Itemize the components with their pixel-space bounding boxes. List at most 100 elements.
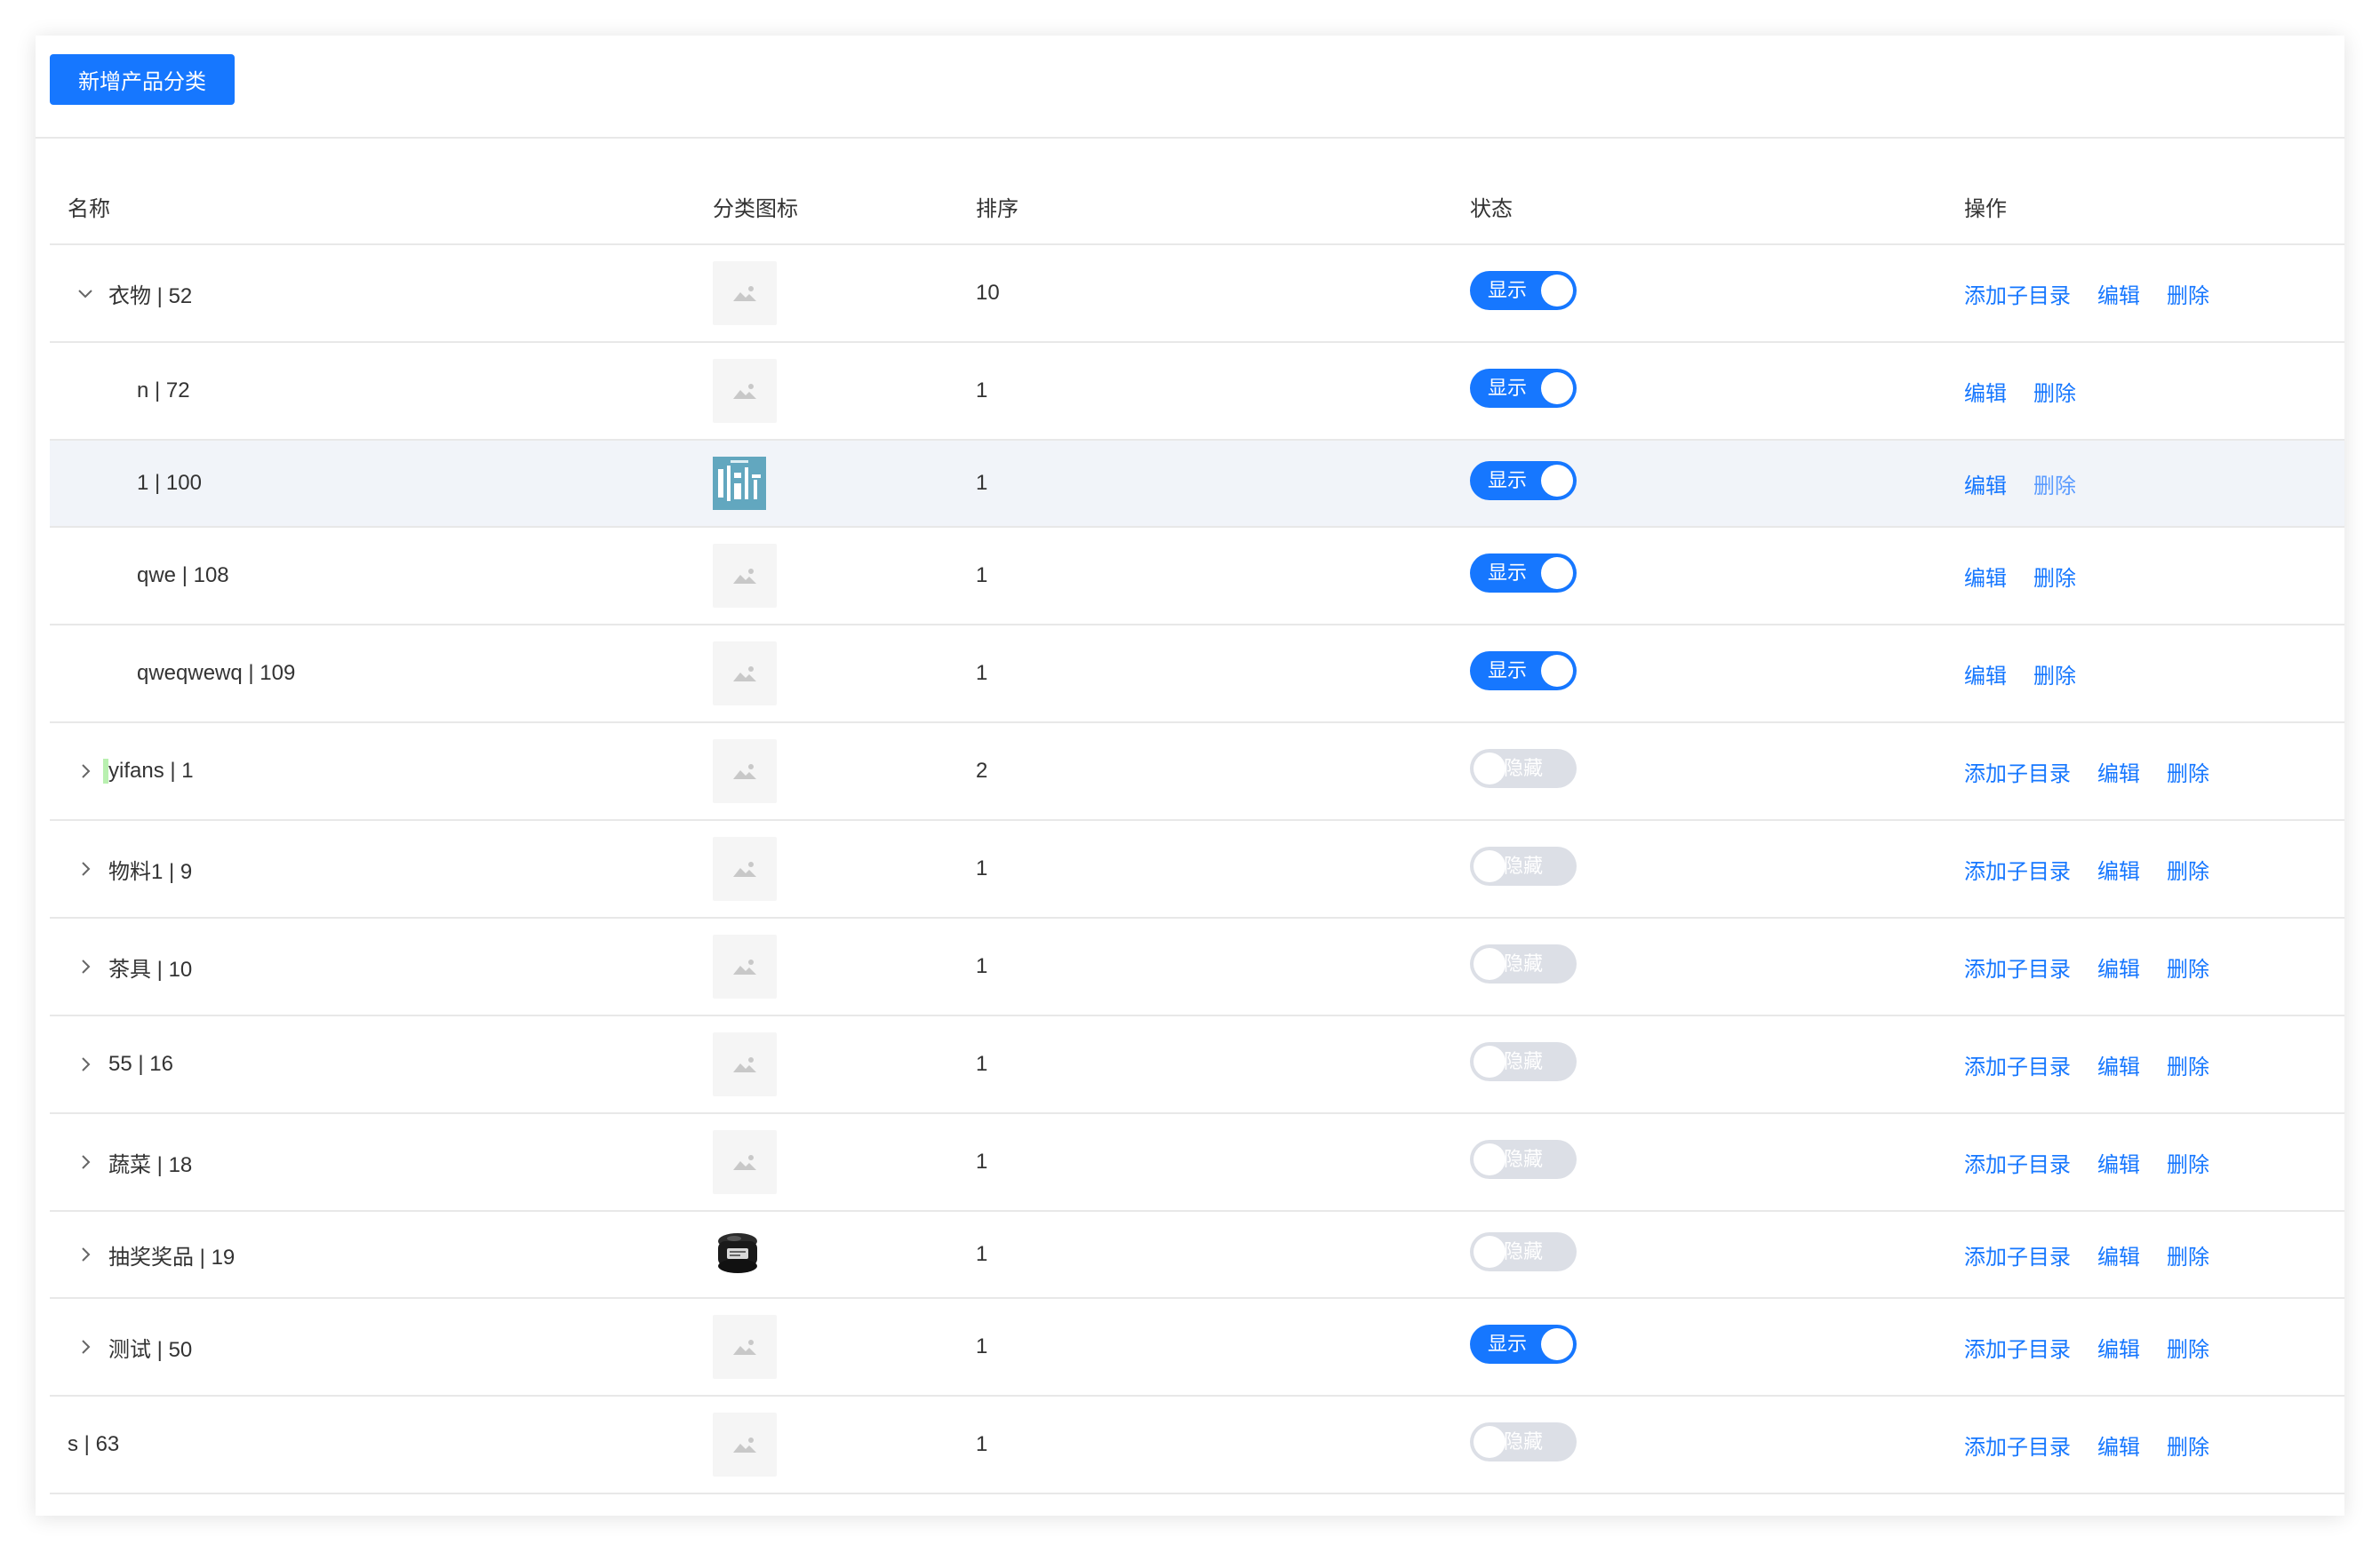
edit-link[interactable]: 编辑 [2097,1436,2140,1460]
category-card: 新增产品分类 名称 分类图标 排序 状态 操作 衣物 | 52 10 显示 添加… [36,36,2344,1516]
edit-link[interactable]: 编辑 [2097,958,2140,982]
toolbar: 新增产品分类 [36,36,2344,139]
row-name: 55 | 16 [108,1052,173,1076]
delete-link[interactable]: 删除 [2167,1436,2209,1460]
table-row: yifans | 1 2 隐藏 添加子目录 编辑 删除 [50,722,2344,821]
delete-link[interactable]: 删除 [2167,1153,2209,1177]
table-header-row: 名称 分类图标 排序 状态 操作 [50,169,2344,245]
row-sort: 1 [976,1298,1470,1397]
delete-link[interactable]: 删除 [2167,1246,2209,1270]
header-name: 名称 [50,169,713,245]
category-image [713,457,766,510]
row-name: qwe | 108 [137,563,229,587]
edit-link[interactable]: 编辑 [1964,382,2007,406]
chevron-right-icon[interactable] [76,762,94,780]
add-child-link[interactable]: 添加子目录 [1964,860,2071,884]
add-child-link[interactable]: 添加子目录 [1964,284,2071,308]
status-toggle[interactable]: 隐藏 [1470,846,1577,886]
edit-link[interactable]: 编辑 [2097,284,2140,308]
edit-link[interactable]: 编辑 [2097,860,2140,884]
table-row: 衣物 | 52 10 显示 添加子目录 编辑 删除 [50,244,2344,343]
edit-link[interactable]: 编辑 [1964,474,2007,498]
add-child-link[interactable]: 添加子目录 [1964,958,2071,982]
table-row: 物料1 | 9 1 隐藏 添加子目录 编辑 删除 [50,820,2344,919]
status-toggle[interactable]: 显示 [1470,1324,1577,1364]
delete-link[interactable]: 删除 [2167,284,2209,308]
chevron-down-icon[interactable] [76,284,94,302]
chevron-right-icon[interactable] [76,1246,94,1263]
row-sort: 1 [976,625,1470,723]
row-name: 测试 | 50 [108,1337,193,1362]
edit-link[interactable]: 编辑 [2097,762,2140,786]
status-toggle[interactable]: 隐藏 [1470,944,1577,984]
image-placeholder-icon [713,1130,777,1194]
delete-link[interactable]: 删除 [2167,958,2209,982]
image-placeholder-icon [713,641,777,705]
edit-link[interactable]: 编辑 [2097,1055,2140,1079]
delete-link[interactable]: 删除 [2167,860,2209,884]
status-toggle[interactable]: 显示 [1470,368,1577,408]
status-toggle[interactable]: 显示 [1470,460,1577,500]
add-category-button[interactable]: 新增产品分类 [50,54,235,105]
image-placeholder-icon [713,1413,777,1477]
delete-link[interactable]: 删除 [2167,1338,2209,1362]
edit-link[interactable]: 编辑 [2097,1246,2140,1270]
add-child-link[interactable]: 添加子目录 [1964,762,2071,786]
table-row: s | 63 1 隐藏 添加子目录 编辑 删除 [50,1396,2344,1494]
edit-link[interactable]: 编辑 [2097,1338,2140,1362]
status-toggle[interactable]: 显示 [1470,270,1577,310]
row-name: 抽奖奖品 | 19 [108,1245,236,1270]
add-child-link[interactable]: 添加子目录 [1964,1246,2071,1270]
image-placeholder-icon [713,544,777,608]
row-sort: 2 [976,722,1470,821]
edit-link[interactable]: 编辑 [1964,665,2007,689]
add-child-link[interactable]: 添加子目录 [1964,1436,2071,1460]
image-placeholder-icon [713,837,777,901]
row-sort: 1 [976,1113,1470,1212]
row-sort: 1 [976,918,1470,1016]
add-child-link[interactable]: 添加子目录 [1964,1055,2071,1079]
status-toggle[interactable]: 隐藏 [1470,748,1577,788]
table-row: qwe | 108 1 显示 编辑 删除 [50,527,2344,625]
status-toggle[interactable]: 隐藏 [1470,1041,1577,1081]
row-name: 蔬菜 | 18 [108,1152,193,1177]
image-placeholder-icon [713,261,777,325]
delete-link[interactable]: 删除 [2033,665,2076,689]
table-row: qweqwewq | 109 1 显示 编辑 删除 [50,625,2344,723]
delete-link[interactable]: 删除 [2167,762,2209,786]
table-row: n | 72 1 显示 编辑 删除 [50,342,2344,441]
add-child-link[interactable]: 添加子目录 [1964,1153,2071,1177]
row-name: n | 72 [137,378,190,402]
row-name: yifans | 1 [103,759,194,784]
delete-link[interactable]: 删除 [2033,474,2076,498]
delete-link[interactable]: 删除 [2167,1055,2209,1079]
header-ops: 操作 [1964,169,2344,245]
chevron-right-icon[interactable] [76,1153,94,1171]
status-toggle[interactable]: 隐藏 [1470,1139,1577,1179]
row-sort: 1 [976,527,1470,625]
image-placeholder-icon [713,1032,777,1096]
table-row: 55 | 16 1 隐藏 添加子目录 编辑 删除 [50,1015,2344,1114]
chevron-right-icon[interactable] [76,860,94,878]
status-toggle[interactable]: 隐藏 [1470,1231,1577,1271]
row-sort: 10 [976,244,1470,343]
table-row: 蔬菜 | 18 1 隐藏 添加子目录 编辑 删除 [50,1113,2344,1212]
status-toggle[interactable]: 显示 [1470,553,1577,593]
image-placeholder-icon [713,739,777,803]
chevron-right-icon[interactable] [76,1338,94,1356]
row-sort: 1 [976,1015,1470,1114]
row-sort: 1 [976,1396,1470,1494]
edit-link[interactable]: 编辑 [1964,567,2007,591]
status-toggle[interactable]: 显示 [1470,650,1577,690]
delete-link[interactable]: 删除 [2033,567,2076,591]
edit-link[interactable]: 编辑 [2097,1153,2140,1177]
status-toggle[interactable]: 隐藏 [1470,1422,1577,1461]
header-icon: 分类图标 [713,169,976,245]
chevron-right-icon[interactable] [76,1055,94,1073]
row-sort: 1 [976,820,1470,919]
image-placeholder-icon [713,1315,777,1379]
delete-link[interactable]: 删除 [2033,382,2076,406]
add-child-link[interactable]: 添加子目录 [1964,1338,2071,1362]
category-table: 名称 分类图标 排序 状态 操作 衣物 | 52 10 显示 添加子目录 编辑 删除 [50,169,2344,1494]
chevron-right-icon[interactable] [76,958,94,976]
